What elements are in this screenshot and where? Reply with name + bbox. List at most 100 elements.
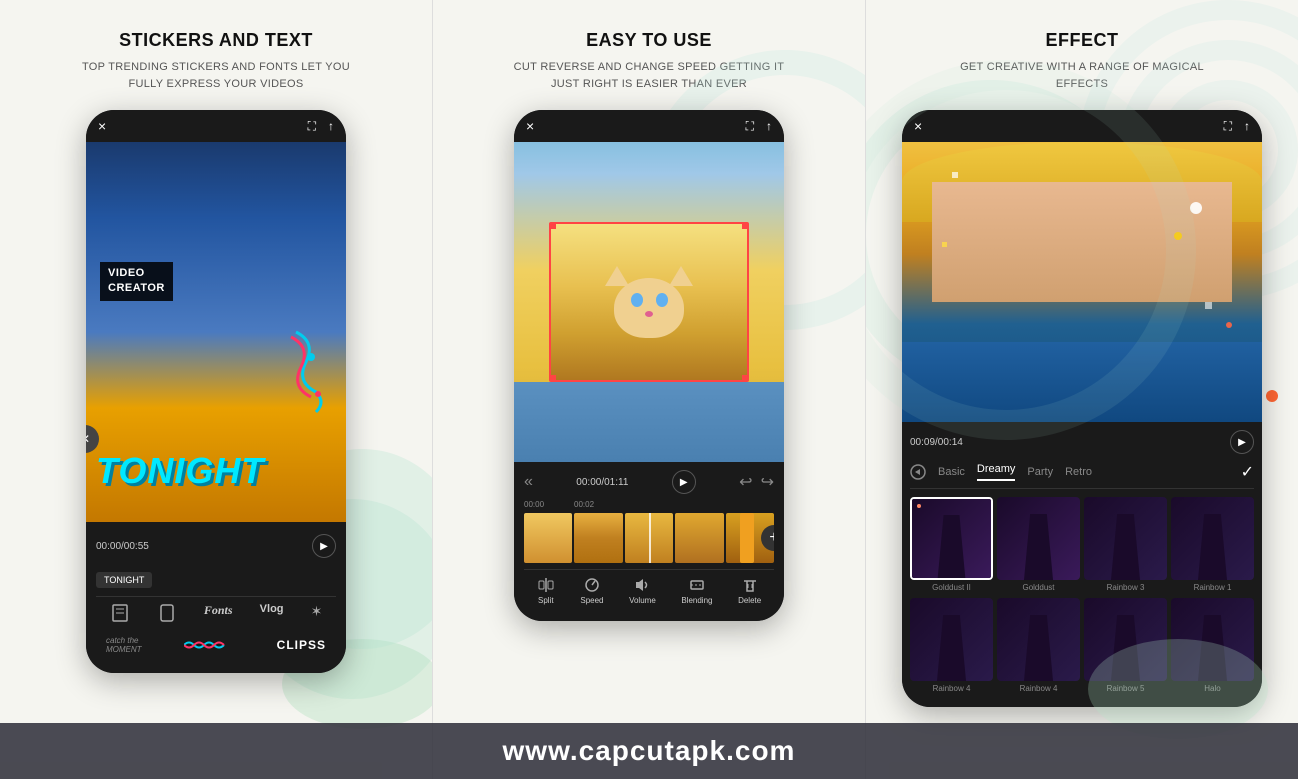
- phone-topbar-easy: × ⛶ ↑: [514, 110, 784, 142]
- tool-split[interactable]: Split: [537, 576, 555, 605]
- close-float-icon: ✕: [86, 432, 90, 446]
- thumb-inner-r1: [1171, 497, 1254, 580]
- tool-blending[interactable]: Blending: [681, 576, 712, 605]
- hand-area: [514, 382, 784, 462]
- mid-time-row: « 00:00/01:11 ▶ ↩ ↪: [524, 470, 774, 494]
- tool-delete-label: Delete: [738, 596, 761, 605]
- time-display-effect: 00:09/00:14: [910, 437, 963, 448]
- silhouette-gd2: [932, 515, 972, 578]
- selection-handle-tl[interactable]: [549, 222, 556, 229]
- topbar-expand-effect[interactable]: ⛶: [1224, 119, 1232, 134]
- toolbar-phone[interactable]: [157, 603, 177, 623]
- time-display-stickers: 00:00/00:55: [96, 541, 149, 552]
- effect-thumb-r4a: [910, 598, 993, 681]
- thumb-inner-gd: [997, 497, 1080, 580]
- effect-rainbow-3[interactable]: Rainbow 3: [1084, 497, 1167, 592]
- selection-handle-bl[interactable]: [549, 375, 556, 382]
- fonts-label: Fonts: [204, 603, 233, 618]
- effect-confirm-btn[interactable]: ✓: [1241, 462, 1254, 482]
- silhouette-r1: [1192, 514, 1234, 580]
- effect-name-r4b: Rainbow 4: [1020, 684, 1058, 693]
- topbar-share-easy[interactable]: ↑: [766, 119, 772, 134]
- redo-btn[interactable]: ↪: [761, 472, 774, 492]
- topbar-close-stickers[interactable]: ×: [98, 118, 106, 134]
- effect-name-r3: Rainbow 3: [1107, 583, 1145, 592]
- tool-speed-label: Speed: [580, 596, 603, 605]
- toolbar-doc[interactable]: [110, 603, 130, 623]
- phone-icon: [157, 603, 177, 623]
- timeline-label-1: 00:02: [574, 500, 594, 509]
- thumb-1: [524, 513, 572, 563]
- play-btn-easy[interactable]: ▶: [672, 470, 696, 494]
- tab-retro[interactable]: Retro: [1065, 466, 1092, 478]
- face-skin: [932, 182, 1232, 302]
- tab-party[interactable]: Party: [1027, 466, 1053, 478]
- effect-name-r4a: Rainbow 4: [933, 684, 971, 693]
- cat-visual: [551, 224, 747, 380]
- topbar-close-easy[interactable]: ×: [526, 118, 534, 134]
- delete-icon: [741, 576, 759, 594]
- topbar-expand-easy[interactable]: ⛶: [746, 119, 754, 134]
- timeline-bar-stickers: 00:00/00:55 ▶: [96, 530, 336, 562]
- timeline-area-easy: « 00:00/01:11 ▶ ↩ ↪ 00:00 00:02: [514, 462, 784, 621]
- effect-rainbow-1[interactable]: Rainbow 1: [1171, 497, 1254, 592]
- tool-volume[interactable]: Volume: [629, 576, 656, 605]
- video-label-line2: CREATOR: [108, 281, 165, 296]
- dot-gd2: [917, 504, 921, 508]
- panel-stickers: STICKERS AND TEXT TOP TRENDING STICKERS …: [0, 0, 432, 779]
- video-creator-label: VIDEO CREATOR: [100, 262, 173, 301]
- effects-tab-back-icon[interactable]: [910, 464, 926, 480]
- tab-basic[interactable]: Basic: [938, 466, 965, 478]
- silhouette-gd: [1018, 514, 1060, 580]
- panel-heading-easy: EASY TO USE: [586, 30, 712, 51]
- phone-topbar-effect: × ⛶ ↑: [902, 110, 1262, 142]
- arrow-left-1[interactable]: «: [524, 473, 533, 491]
- toolbar-sticker[interactable]: ✶: [311, 603, 323, 623]
- blending-icon: [688, 576, 706, 594]
- effect-rainbow-4a[interactable]: Rainbow 4: [910, 598, 993, 693]
- play-btn-stickers[interactable]: ▶: [312, 534, 336, 558]
- tonight-overlay-text: TONIGHT: [96, 450, 264, 492]
- effect-golddust-2[interactable]: Golddust II: [910, 497, 993, 592]
- tool-delete[interactable]: Delete: [738, 576, 761, 605]
- thumb-inner-r3: [1084, 497, 1167, 580]
- thumb-4: [675, 513, 723, 563]
- effect-particle-2: [1174, 232, 1182, 240]
- thumb-inner-r4a: [910, 598, 993, 681]
- watermark-bar: www.capcutapk.com: [0, 723, 1298, 779]
- effect-rainbow-4b[interactable]: Rainbow 4: [997, 598, 1080, 693]
- watermark-text: www.capcutapk.com: [503, 735, 796, 766]
- timeline-handle[interactable]: [740, 513, 754, 563]
- volume-icon: [633, 576, 651, 594]
- play-btn-effect[interactable]: ▶: [1230, 430, 1254, 454]
- topbar-share-stickers[interactable]: ↑: [328, 119, 334, 134]
- selection-handle-br[interactable]: [742, 375, 749, 382]
- effect-thumb-golddust-2: [910, 497, 993, 580]
- sparkle-1: [952, 172, 958, 178]
- effect-golddust[interactable]: Golddust: [997, 497, 1080, 592]
- tonight-chip[interactable]: TONIGHT: [96, 572, 152, 588]
- thumb-2: [574, 513, 622, 563]
- wave-logo: [184, 635, 234, 655]
- tool-speed[interactable]: Speed: [580, 576, 603, 605]
- topbar-expand-stickers[interactable]: ⛶: [308, 119, 316, 134]
- doc-icon: [110, 603, 130, 623]
- sticker-icon: ✶: [311, 603, 323, 620]
- mid-toolbar: Split Speed Volume Blending: [524, 569, 774, 613]
- selection-handle-tr[interactable]: [742, 222, 749, 229]
- topbar-close-effect[interactable]: ×: [914, 118, 922, 134]
- effect-particle-3: [1226, 322, 1232, 328]
- toolbar-fonts[interactable]: Fonts: [204, 603, 233, 623]
- bottom-controls-stickers: 00:00/00:55 ▶ TONIGHT Fonts: [86, 522, 346, 673]
- topbar-share-effect[interactable]: ↑: [1244, 119, 1250, 134]
- effect-thumb-golddust: [997, 497, 1080, 580]
- toolbar-vlog[interactable]: Vlog: [260, 603, 284, 623]
- tool-volume-label: Volume: [629, 596, 656, 605]
- tab-dreamy[interactable]: Dreamy: [977, 463, 1016, 481]
- cat-eye-right: [656, 293, 668, 307]
- main-container: STICKERS AND TEXT TOP TRENDING STICKERS …: [0, 0, 1298, 779]
- phone-stickers: ✕ × ⛶ ↑ VIDEO CREATOR TONIGHT: [86, 110, 346, 673]
- undo-btn[interactable]: ↩: [739, 472, 752, 492]
- effect-name-gd: Golddust: [1022, 583, 1054, 592]
- effects-tabs: Basic Dreamy Party Retro ✓: [910, 462, 1254, 489]
